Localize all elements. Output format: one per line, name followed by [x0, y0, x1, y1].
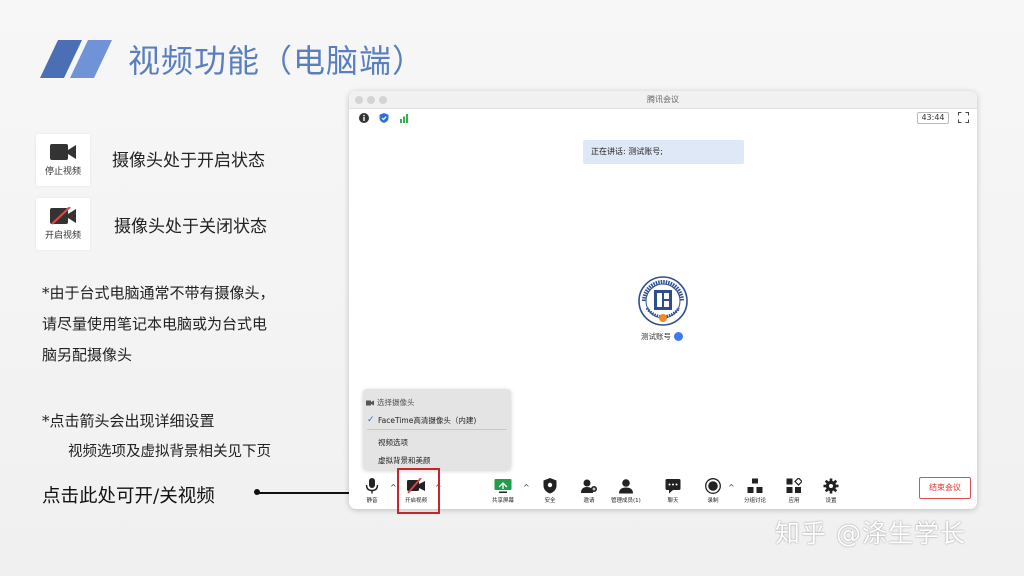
- record-options-caret-icon[interactable]: ^: [728, 483, 735, 492]
- apps-button[interactable]: 应用: [786, 478, 802, 504]
- meeting-toolbar: 静音 ^ 开启视频 ^ 共享屏幕 ^ 安全 邀请 管理成员(1) 聊天 录制 ^…: [349, 475, 977, 509]
- arrow-note-sub: 视频选项及虚拟背景相关见下页: [68, 444, 271, 460]
- camera-menu-header: 选择摄像头: [366, 397, 415, 408]
- manage-members-label: 管理成员(1): [611, 498, 641, 504]
- camera-menu-header-label: 选择摄像头: [377, 398, 415, 407]
- menu-item-video-options[interactable]: 视频选项: [378, 437, 408, 448]
- members-icon: [618, 479, 633, 494]
- mute-button[interactable]: 静音: [365, 478, 379, 504]
- share-screen-label: 共享屏幕: [492, 498, 515, 504]
- end-meeting-button[interactable]: 结束会议: [919, 477, 971, 499]
- small-camera-icon: [366, 400, 374, 405]
- window-minimize-button[interactable]: [367, 96, 375, 104]
- window-close-button[interactable]: [355, 96, 363, 104]
- window-title: 腾讯会议: [647, 95, 679, 104]
- microphone-icon: [365, 478, 379, 494]
- participant-avatar: [638, 276, 688, 326]
- apps-grid-icon: [786, 478, 802, 493]
- participant-name-tag: 测试账号: [641, 331, 683, 342]
- note-line-2: 请尽量使用笔记本电脑或为台式电: [42, 315, 268, 333]
- record-icon: [705, 478, 721, 494]
- breakout-rooms-button[interactable]: 分组讨论: [744, 478, 766, 504]
- window-zoom-button[interactable]: [379, 96, 387, 104]
- gear-icon: [823, 478, 839, 494]
- breakout-icon: [747, 478, 763, 493]
- breakout-label: 分组讨论: [744, 498, 767, 504]
- menu-item-facetime-camera[interactable]: FaceTime高清摄像头（内建): [378, 415, 476, 426]
- meeting-window: 腾讯会议 43:44 正在讲话: 测试账号; 测试账号 选择摄像头 ✓ Face…: [349, 91, 977, 509]
- invite-user-icon: [581, 479, 597, 493]
- camera-on-label: 停止视频: [44, 167, 81, 177]
- record-button[interactable]: 录制: [705, 478, 721, 504]
- chat-button[interactable]: 聊天: [665, 478, 681, 504]
- host-badge-icon: [674, 332, 683, 341]
- video-camera-icon: [50, 144, 76, 160]
- click-hint: 点击此处可开/关视频: [42, 486, 215, 507]
- participant-name: 测试账号: [641, 332, 671, 341]
- note-line-3: 脑另配摄像头: [42, 346, 133, 364]
- slide-title: 视频功能（电脑端）: [128, 42, 426, 80]
- camera-off-tile: 开启视频: [36, 198, 90, 250]
- desktop-camera-note: *由于台式电脑通常不带有摄像头， 请尽量使用笔记本电脑或为台式电 脑另配摄像头: [42, 278, 275, 371]
- mute-label: 静音: [366, 498, 378, 504]
- video-camera-off-icon: [50, 207, 76, 225]
- menu-divider: [367, 429, 507, 430]
- camera-options-menu: 选择摄像头 ✓ FaceTime高清摄像头（内建) 视频选项 虚拟背景和美颜: [363, 389, 511, 470]
- invite-button[interactable]: 邀请: [581, 478, 597, 504]
- settings-button[interactable]: 设置: [823, 478, 839, 504]
- video-button-highlight: [397, 468, 440, 514]
- security-button[interactable]: 安全: [543, 478, 557, 504]
- menu-item-virtual-background[interactable]: 虚拟背景和美颜: [378, 455, 431, 466]
- camera-off-label: 开启视频: [44, 231, 81, 241]
- camera-on-tile: 停止视频: [36, 134, 90, 186]
- meeting-timer: 43:44: [917, 112, 949, 124]
- share-options-caret-icon[interactable]: ^: [523, 483, 530, 492]
- info-icon[interactable]: [359, 113, 369, 123]
- security-label: 安全: [544, 498, 556, 504]
- invite-label: 邀请: [583, 498, 595, 504]
- mute-options-caret-icon[interactable]: ^: [390, 483, 397, 492]
- fullscreen-icon[interactable]: [958, 112, 969, 123]
- title-decoration-icon: [40, 40, 112, 78]
- shield-icon[interactable]: [379, 113, 389, 123]
- shield-icon: [543, 478, 557, 494]
- apps-label: 应用: [788, 498, 800, 504]
- arrow-note: *点击箭头会出现详细设置: [42, 412, 215, 430]
- manage-members-button[interactable]: 管理成员(1): [611, 478, 641, 504]
- settings-label: 设置: [825, 498, 837, 504]
- camera-on-description: 摄像头处于开启状态: [112, 151, 265, 171]
- chat-icon: [665, 479, 681, 494]
- share-screen-icon: [494, 479, 512, 493]
- window-titlebar: 腾讯会议: [349, 91, 977, 109]
- meeting-info-bar: 43:44: [349, 109, 977, 127]
- note-line-1: *由于台式电脑通常不带有摄像头，: [42, 284, 275, 302]
- chat-label: 聊天: [667, 498, 679, 504]
- record-label: 录制: [707, 498, 719, 504]
- signal-strength-icon[interactable]: [399, 113, 409, 123]
- checkmark-icon: ✓: [367, 415, 375, 425]
- active-speaker-banner: 正在讲话: 测试账号;: [583, 140, 744, 164]
- share-screen-button[interactable]: 共享屏幕: [492, 478, 514, 504]
- watermark: 知乎 @涤生学长: [775, 519, 966, 548]
- camera-off-description: 摄像头处于关闭状态: [114, 217, 267, 237]
